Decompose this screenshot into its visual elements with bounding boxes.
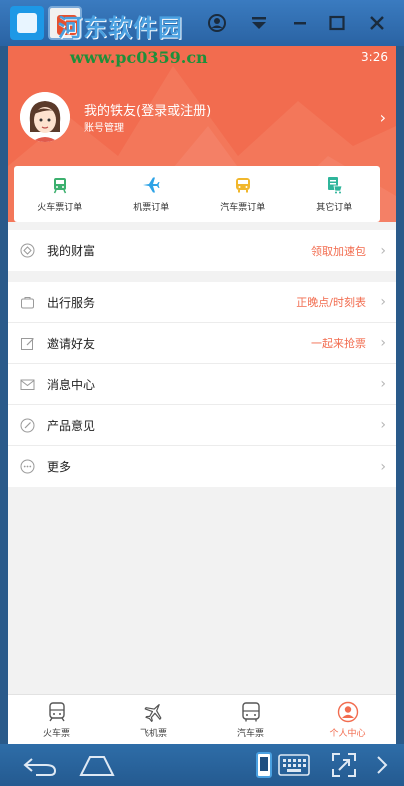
login-register-link[interactable]: 我的铁友(登录或注册) [84,100,211,119]
order-other[interactable]: 其它订单 [289,166,381,222]
maximize-icon[interactable] [323,9,351,37]
menu-row-travel-service[interactable]: 出行服务 正晚点/时刻表 › [8,282,396,323]
order-label: 其它订单 [316,203,353,213]
tab-label: 汽车票 [236,729,264,739]
home-icon[interactable] [76,750,118,780]
menu-row-more[interactable]: 更多 › [8,446,396,487]
menu-row-feedback[interactable]: 产品意见 › [8,405,396,446]
phone-screen: 3:26 我的铁友(登录或注册) 账号管理 › 火车票订单 机票订单 汽车票订单… [8,46,396,744]
plane-icon [143,177,160,193]
chevron-right-icon: › [380,376,386,392]
tab-bus[interactable]: 汽车票 [202,695,299,744]
user-icon [337,701,358,723]
menu-row-invite-friends[interactable]: 邀请好友 一起来抢票 › [8,323,396,364]
compass-icon [20,418,35,432]
status-time: 3:26 [361,50,388,64]
edit-icon [21,337,34,350]
menu-row-label: 出行服务 [47,295,96,310]
order-flight[interactable]: 机票订单 [106,166,198,222]
services-section: 出行服务 正晚点/时刻表 › 邀请好友 一起来抢票 › 消息中心 › 产品意见 … [8,282,396,487]
fullscreen-icon[interactable] [330,750,358,780]
account-icon[interactable] [203,9,231,37]
emulator-nav-bar [0,744,404,786]
chevron-right-icon: › [380,294,386,310]
emulator-title-bar: 河东软件园 [0,0,404,46]
mail-icon [20,379,35,390]
tab-profile[interactable]: 个人中心 [299,695,396,744]
menu-row-label: 邀请好友 [47,336,96,351]
train-icon [48,702,65,722]
menu-row-wealth[interactable]: 我的财富 领取加速包 › [8,230,396,271]
account-management-label: 账号管理 [84,123,124,134]
tab-label: 个人中心 [329,729,366,739]
order-bus[interactable]: 汽车票订单 [197,166,289,222]
menu-row-action[interactable]: 领取加速包 [311,243,366,259]
menu-row-action[interactable]: 一起来抢票 [311,335,366,351]
tab-flight[interactable]: 飞机票 [105,695,202,744]
menu-row-label: 产品意见 [47,418,96,433]
order-label: 火车票订单 [37,203,83,213]
suitcase-icon [21,296,34,308]
dropdown-icon[interactable] [245,9,273,37]
plane-icon [144,704,161,722]
screen-toggle-icon[interactable] [254,750,274,780]
app-shortcut-icon[interactable] [10,6,44,40]
chevron-right-icon: › [380,417,386,433]
bus-icon [235,178,250,193]
chevron-right-icon: › [380,335,386,351]
chevron-right-icon: › [380,242,386,259]
tab-train[interactable]: 火车票 [8,695,105,744]
minimize-icon[interactable] [286,9,314,37]
profile-header: 3:26 我的铁友(登录或注册) 账号管理 › 火车票订单 机票订单 汽车票订单… [8,46,396,222]
tab-label: 火车票 [42,729,70,739]
train-icon [53,178,66,194]
bottom-tab-bar: 火车票 飞机票 汽车票 个人中心 [8,694,396,744]
chevron-right-icon[interactable] [372,750,392,780]
avatar[interactable] [20,92,70,142]
cart-icon [328,177,343,194]
menu-row-label: 更多 [47,460,72,474]
menu-row-action[interactable]: 正晚点/时刻表 [296,294,366,310]
chevron-right-icon[interactable]: › [380,108,386,127]
menu-row-messages[interactable]: 消息中心 › [8,364,396,405]
tab-label: 飞机票 [139,729,167,739]
order-label: 机票订单 [133,203,170,213]
menu-row-label: 我的财富 [47,244,96,258]
diamond-icon [20,243,35,258]
chevron-right-icon: › [380,458,386,475]
watermark-logo: 河东软件园 [58,13,183,42]
back-icon[interactable] [20,750,62,780]
keyboard-icon[interactable] [276,750,312,780]
order-train[interactable]: 火车票订单 [14,166,106,222]
bus-icon [241,702,260,722]
order-shortcuts: 火车票订单 机票订单 汽车票订单 其它订单 [14,166,380,222]
close-icon[interactable] [363,9,391,37]
order-label: 汽车票订单 [220,203,266,213]
more-icon [20,459,35,474]
watermark-url: www.pc0359.cn [70,48,208,67]
menu-row-label: 消息中心 [47,377,96,392]
wealth-section: 我的财富 领取加速包 › [8,230,396,271]
